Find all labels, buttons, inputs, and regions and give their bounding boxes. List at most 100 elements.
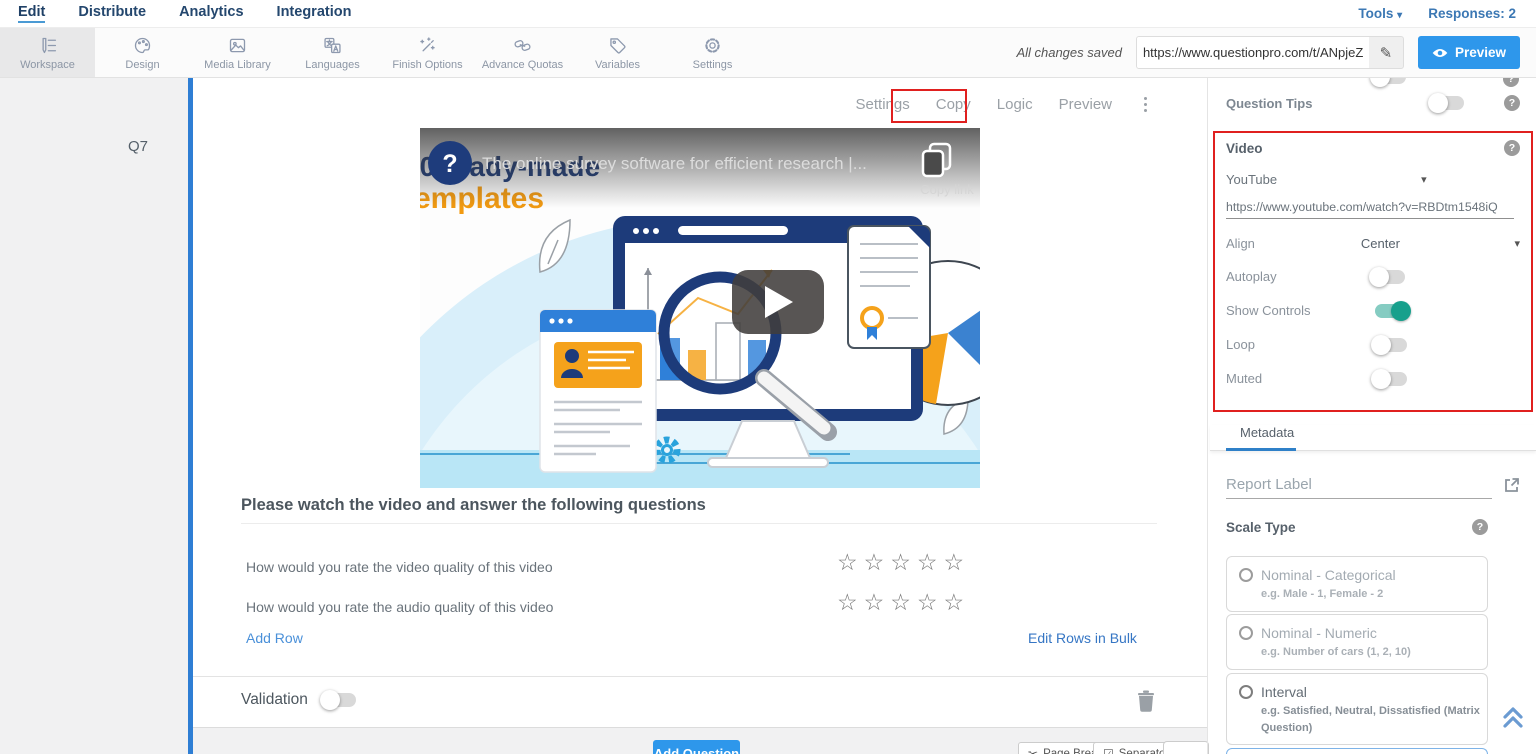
help-icon[interactable]: ? — [1472, 519, 1488, 535]
video-section-title: Video — [1226, 141, 1263, 156]
chevron-down-icon[interactable]: ▾ — [1514, 237, 1520, 250]
scale-option-label: Nominal - Numeric — [1261, 625, 1377, 641]
star-rating[interactable]: ☆☆☆☆☆ — [837, 589, 970, 616]
scale-option-nominal-numeric[interactable]: Nominal - Numeric e.g. Number of cars (1… — [1226, 614, 1488, 670]
scale-option-example: e.g. Male - 1, Female - 2 — [1261, 586, 1475, 603]
delete-question-icon[interactable] — [1137, 690, 1155, 712]
scale-type-header: Scale Type ? — [1226, 519, 1520, 535]
star-rating[interactable]: ☆☆☆☆☆ — [837, 549, 970, 576]
save-status: All changes saved — [1016, 45, 1122, 60]
question-preview-link[interactable]: Preview — [1059, 96, 1112, 113]
tools-menu[interactable]: Tools ▾ — [1358, 6, 1402, 21]
video-url-input[interactable] — [1226, 200, 1514, 219]
question-tips-toggle[interactable] — [1430, 96, 1464, 110]
toolbar-label: Workspace — [20, 59, 75, 71]
survey-url-box: ✎ — [1136, 36, 1404, 69]
question-settings-link[interactable]: Settings — [856, 96, 910, 113]
loop-row: Loop — [1226, 337, 1520, 352]
toolbar-settings[interactable]: Settings — [665, 28, 760, 77]
validation-row: Validation — [241, 691, 356, 709]
question-copy-link[interactable]: Copy — [936, 96, 971, 113]
matrix-row-label[interactable]: How would you rate the audio quality of … — [246, 599, 553, 615]
validation-toggle[interactable] — [322, 693, 356, 707]
toolbar-label: Media Library — [204, 59, 271, 71]
help-icon[interactable]: ? — [1504, 95, 1520, 111]
scale-type-title: Scale Type — [1226, 520, 1296, 535]
autoplay-label: Autoplay — [1226, 269, 1277, 284]
loop-toggle[interactable] — [1373, 338, 1407, 352]
radio-icon[interactable] — [1239, 568, 1253, 582]
chevron-down-icon: ▾ — [1397, 10, 1402, 21]
preview-button[interactable]: Preview — [1418, 36, 1520, 69]
responses-link[interactable]: Responses: 2 — [1428, 6, 1516, 21]
avatar-glyph: ? — [442, 150, 457, 178]
edit-url-icon[interactable]: ✎ — [1369, 44, 1403, 62]
add-question-button[interactable]: Add Question — [653, 740, 740, 754]
toolbar-finish-options[interactable]: Finish Options — [380, 28, 475, 77]
question-title[interactable]: Please watch the video and answer the fo… — [241, 496, 706, 515]
wand-icon — [417, 35, 438, 56]
video-player[interactable]: 50 ready-made templates — [420, 128, 980, 488]
radio-icon[interactable] — [1239, 685, 1253, 699]
toolbar-design[interactable]: Design — [95, 28, 190, 77]
matrix-row: How would you rate the audio quality of … — [246, 592, 1157, 622]
questionpro-editor: Edit Distribute Analytics Integration To… — [0, 0, 1536, 754]
divider — [193, 676, 1207, 677]
add-row-link[interactable]: Add Row — [246, 630, 303, 646]
question-footer-bar: Add Question ✂ Page Break ☑ Separator — [193, 727, 1207, 754]
video-provider-select[interactable]: YouTube ▾ — [1226, 172, 1520, 187]
muted-row: Muted — [1226, 371, 1520, 386]
copy-link-label: Copy link — [920, 182, 974, 197]
show-controls-row: Show Controls — [1226, 303, 1520, 318]
scale-option-nominal-categorical[interactable]: Nominal - Categorical e.g. Male - 1, Fem… — [1226, 556, 1488, 612]
video-title[interactable]: The online survey software for efficient… — [482, 154, 867, 173]
align-row: Align Center ▾ — [1226, 236, 1520, 251]
tag-icon — [607, 35, 628, 56]
nav-integration[interactable]: Integration — [277, 4, 352, 23]
languages-icon — [322, 35, 343, 56]
question-tips-row: Question Tips ? — [1226, 95, 1520, 111]
active-tab-underline — [1226, 448, 1296, 451]
scale-option-label: Interval — [1261, 684, 1307, 700]
muted-toggle[interactable] — [1373, 372, 1407, 386]
question-tips-label: Question Tips — [1226, 96, 1312, 111]
matrix-row: How would you rate the video quality of … — [246, 552, 1157, 582]
palette-icon — [132, 35, 153, 56]
provider-value: YouTube — [1226, 172, 1277, 187]
nav-distribute[interactable]: Distribute — [78, 4, 146, 23]
toolbar-languages[interactable]: Languages — [285, 28, 380, 77]
matrix-row-label[interactable]: How would you rate the video quality of … — [246, 559, 553, 575]
question-actions: Settings Copy Logic Preview — [193, 95, 1153, 114]
tab-metadata[interactable]: Metadata — [1240, 425, 1294, 440]
autoplay-toggle[interactable] — [1371, 270, 1405, 284]
eye-icon — [1432, 47, 1448, 59]
chevron-down-icon: ▾ — [1421, 173, 1427, 186]
help-icon[interactable]: ? — [1504, 140, 1520, 156]
toolbar-label: Settings — [693, 59, 733, 71]
toolbar-advance-quotas[interactable]: Advance Quotas — [475, 28, 570, 77]
scale-option-interval[interactable]: Interval e.g. Satisfied, Neutral, Dissat… — [1226, 673, 1488, 745]
report-label-row — [1226, 476, 1520, 499]
muted-label: Muted — [1226, 371, 1262, 386]
collapse-double-chevron-icon[interactable] — [1502, 705, 1524, 734]
toolbar-variables[interactable]: Variables — [570, 28, 665, 77]
nav-analytics[interactable]: Analytics — [179, 4, 243, 23]
question-logic-link[interactable]: Logic — [997, 96, 1033, 113]
more-options-icon[interactable] — [1138, 95, 1153, 114]
autoplay-row: Autoplay — [1226, 269, 1520, 284]
scissors-icon: ✂ — [1028, 747, 1038, 754]
separator-label: Separator — [1119, 748, 1170, 754]
show-controls-toggle[interactable] — [1375, 304, 1409, 318]
toolbar-media-library[interactable]: Media Library — [190, 28, 285, 77]
nav-edit[interactable]: Edit — [18, 4, 45, 23]
report-label-input[interactable] — [1226, 476, 1492, 499]
edit-rows-bulk-link[interactable]: Edit Rows in Bulk — [1028, 630, 1137, 646]
toolbar-label: Languages — [305, 59, 359, 71]
align-value[interactable]: Center — [1361, 236, 1400, 251]
toolbar-workspace[interactable]: Workspace — [0, 28, 95, 77]
open-external-icon[interactable] — [1503, 477, 1520, 499]
toolbar-label: Finish Options — [392, 59, 462, 71]
radio-icon[interactable] — [1239, 626, 1253, 640]
survey-url-input[interactable] — [1137, 37, 1369, 68]
question-number: Q7 — [128, 138, 148, 155]
